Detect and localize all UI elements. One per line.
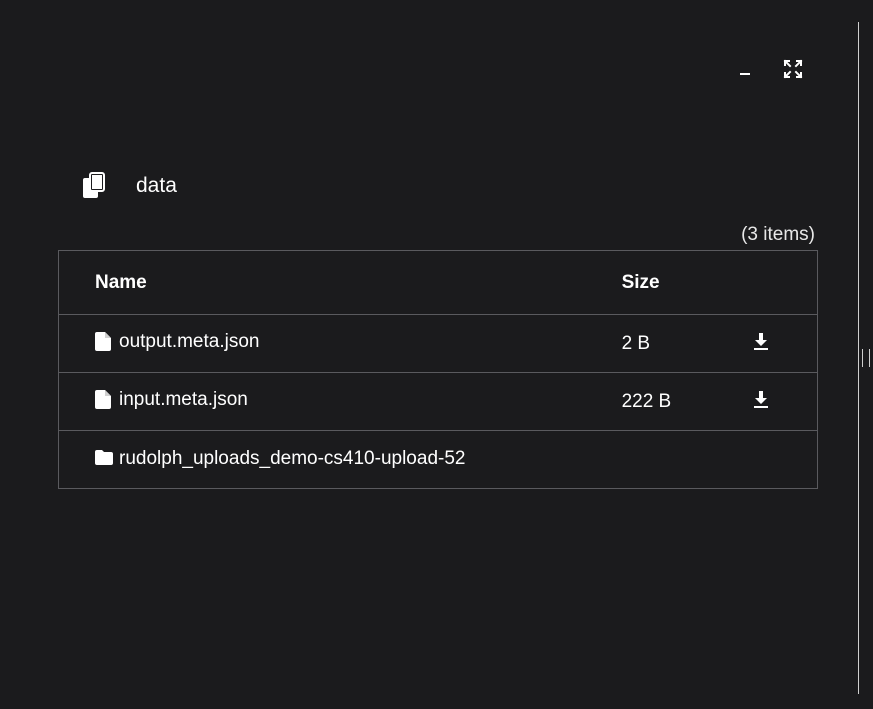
file-link[interactable]: input.meta.json	[95, 389, 248, 411]
file-link[interactable]: output.meta.json	[95, 331, 259, 353]
file-size: 2 B	[621, 314, 742, 373]
folder-header: data	[82, 172, 177, 200]
folder-title: data	[136, 174, 177, 197]
file-table: Name Size output.meta.json 2 B input.met…	[58, 250, 818, 489]
file-size: 222 B	[621, 372, 742, 431]
minimize-icon	[740, 73, 750, 75]
item-count: (3 items)	[741, 224, 815, 245]
panel-divider	[858, 22, 859, 694]
table-row[interactable]: output.meta.json 2 B	[58, 314, 818, 373]
folder-name: rudolph_uploads_demo-cs410-upload-52	[119, 448, 466, 469]
table-row[interactable]: rudolph_uploads_demo-cs410-upload-52	[59, 431, 818, 489]
file-browser-panel: data (3 items) Name Size output.meta.jso…	[0, 0, 873, 709]
download-button[interactable]	[749, 388, 773, 412]
action-column-header	[741, 250, 818, 315]
folder-size	[622, 431, 742, 489]
size-column-header[interactable]: Size	[621, 250, 742, 315]
resize-handle-line	[862, 349, 863, 367]
download-cell	[741, 314, 818, 373]
file-icon	[95, 389, 113, 410]
window-controls	[734, 58, 804, 80]
resize-handle-line	[869, 349, 870, 367]
file-name-cell: input.meta.json	[58, 372, 622, 431]
folder-link[interactable]: rudolph_uploads_demo-cs410-upload-52	[95, 448, 465, 470]
file-name: output.meta.json	[119, 330, 260, 352]
name-column-header[interactable]: Name	[58, 250, 622, 315]
minimize-button[interactable]	[734, 58, 756, 80]
copy-files-icon	[83, 172, 105, 198]
download-button[interactable]	[749, 330, 773, 354]
download-cell	[741, 372, 818, 431]
resize-handle[interactable]	[862, 349, 870, 367]
empty-action-cell	[741, 431, 817, 489]
file-icon	[95, 331, 113, 352]
expand-icon	[783, 59, 803, 79]
download-icon	[754, 333, 769, 350]
table-header-row: Name Size	[58, 250, 818, 315]
download-icon	[754, 391, 769, 408]
maximize-button[interactable]	[782, 58, 804, 80]
file-name: input.meta.json	[119, 388, 248, 410]
folder-name-cell: rudolph_uploads_demo-cs410-upload-52	[59, 431, 622, 489]
table-row[interactable]: input.meta.json 222 B	[58, 372, 818, 431]
file-name-cell: output.meta.json	[58, 314, 622, 373]
folder-icon	[95, 449, 113, 469]
